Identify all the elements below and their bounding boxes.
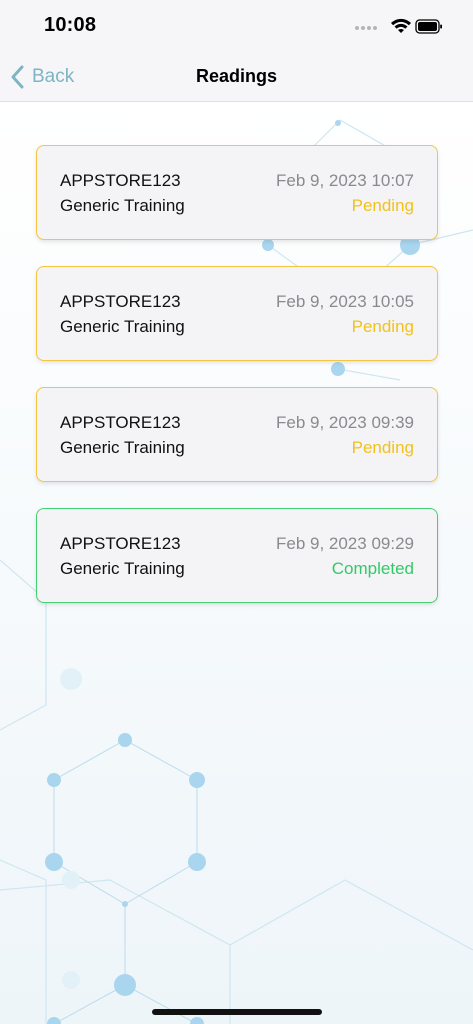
reading-card[interactable]: APPSTORE123 Generic Training Feb 9, 2023… bbox=[36, 387, 438, 482]
reading-status: Pending bbox=[351, 196, 414, 215]
reading-date: Feb 9, 2023 09:39 bbox=[275, 413, 414, 432]
battery-icon bbox=[415, 19, 442, 34]
reading-code: APPSTORE123 bbox=[60, 534, 181, 553]
reading-name: Generic Training bbox=[60, 438, 185, 457]
reading-status: Completed bbox=[331, 559, 414, 578]
navigation-bar: Back Readings bbox=[0, 52, 473, 102]
status-time: 10:08 bbox=[44, 14, 97, 36]
reading-status: Pending bbox=[351, 317, 414, 336]
reading-name: Generic Training bbox=[60, 317, 185, 336]
reading-code: APPSTORE123 bbox=[60, 413, 181, 432]
home-indicator bbox=[152, 1009, 322, 1015]
status-bar: 10:08 bbox=[0, 0, 473, 52]
reading-name: Generic Training bbox=[60, 196, 185, 215]
wifi-icon bbox=[391, 18, 411, 33]
signal-dots-icon bbox=[355, 26, 377, 30]
reading-status: Pending bbox=[351, 438, 414, 457]
status-icons bbox=[355, 18, 442, 34]
reading-date: Feb 9, 2023 10:05 bbox=[275, 292, 414, 311]
reading-date: Feb 9, 2023 09:29 bbox=[275, 534, 414, 553]
readings-list: APPSTORE123 Generic Training Feb 9, 2023… bbox=[36, 145, 438, 629]
reading-card[interactable]: APPSTORE123 Generic Training Feb 9, 2023… bbox=[36, 508, 438, 603]
page-title: Readings bbox=[195, 66, 278, 86]
reading-name: Generic Training bbox=[60, 559, 185, 578]
reading-code: APPSTORE123 bbox=[60, 292, 181, 311]
reading-card[interactable]: APPSTORE123 Generic Training Feb 9, 2023… bbox=[36, 145, 438, 240]
readings-screen: 10:08 Back Readings APPSTORE123 Generic … bbox=[0, 0, 473, 1024]
reading-date: Feb 9, 2023 10:07 bbox=[275, 171, 414, 190]
reading-code: APPSTORE123 bbox=[60, 171, 181, 190]
reading-card[interactable]: APPSTORE123 Generic Training Feb 9, 2023… bbox=[36, 266, 438, 361]
